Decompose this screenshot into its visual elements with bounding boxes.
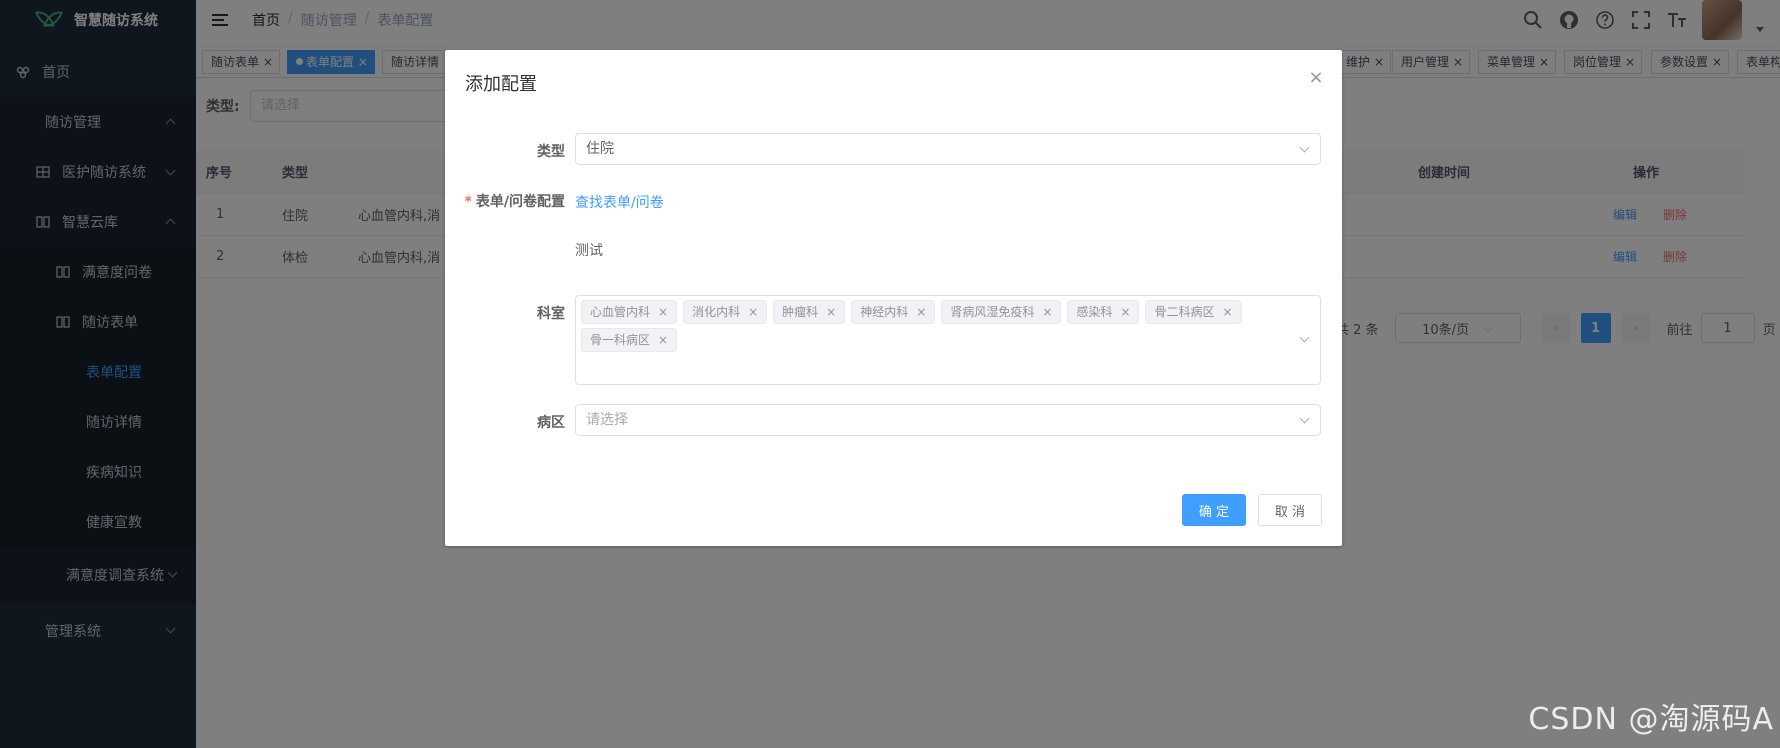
dept-chip-label: 神经内科 — [860, 305, 909, 319]
close-icon[interactable]: × — [1222, 305, 1232, 319]
chevron-down-icon — [1299, 413, 1310, 424]
close-icon[interactable]: × — [916, 305, 926, 319]
ward-select[interactable]: 请选择 — [575, 404, 1321, 436]
dept-chip: 骨一科病区 × — [581, 328, 678, 352]
dept-chip-list: 心血管内科 × 消化内科 × 肿瘤科 × 神经内科 × 肾病风湿免疫科 × 感染科 × 骨二科病区 × 骨一… — [581, 300, 1292, 352]
dept-chip-label: 肾病风湿免疫科 — [950, 305, 1035, 319]
dept-chip: 肾病风湿免疫科 × — [941, 300, 1062, 324]
close-icon[interactable]: × — [1308, 69, 1324, 87]
dept-multiselect[interactable]: 心血管内科 × 消化内科 × 肿瘤科 × 神经内科 × 肾病风湿免疫科 × 感染科 × 骨二科病区 × 骨一… — [575, 295, 1321, 385]
close-icon[interactable]: × — [658, 305, 668, 319]
type-select[interactable]: 住院 — [575, 133, 1321, 165]
close-icon[interactable]: × — [658, 333, 668, 347]
dept-chip: 神经内科 × — [851, 300, 936, 324]
dept-chip-label: 骨二科病区 — [1154, 305, 1215, 319]
dept-chip: 肿瘤科 × — [773, 300, 846, 324]
find-form-link[interactable]: 查找表单/问卷 — [575, 192, 664, 212]
dept-label: 科室 — [537, 306, 565, 322]
chevron-down-icon — [1299, 142, 1310, 153]
dept-chip-label: 心血管内科 — [590, 305, 651, 319]
form-config-label: * 表单/问卷配置 — [445, 191, 565, 211]
dept-chip: 消化内科 × — [683, 300, 768, 324]
dept-chip: 骨二科病区 × — [1145, 300, 1242, 324]
dept-chip-label: 感染科 — [1076, 305, 1113, 319]
confirm-button[interactable]: 确 定 — [1182, 494, 1246, 526]
csdn-watermark: CSDN @淘源码A — [1528, 702, 1774, 737]
dept-chip-label: 肿瘤科 — [782, 305, 819, 319]
type-select-value: 住院 — [586, 141, 614, 157]
selected-form-name: 测试 — [575, 243, 603, 259]
dept-chip: 感染科 × — [1067, 300, 1140, 324]
dept-chip-label: 骨一科病区 — [590, 333, 651, 347]
close-icon[interactable]: × — [748, 305, 758, 319]
type-label: 类型 — [537, 144, 565, 160]
dept-chip-label: 消化内科 — [692, 305, 741, 319]
close-icon[interactable]: × — [826, 305, 836, 319]
close-icon[interactable]: × — [1120, 305, 1130, 319]
ward-select-placeholder: 请选择 — [586, 412, 628, 428]
dept-chip: 心血管内科 × — [581, 300, 678, 324]
add-config-dialog: 添加配置 × 类型 住院 * 表单/问卷配置 查找表单/问卷 测试 科室 心血管内… — [445, 50, 1342, 546]
required-mark: * — [464, 194, 472, 210]
ward-label: 病区 — [537, 415, 565, 431]
cancel-button[interactable]: 取 消 — [1258, 494, 1322, 526]
close-icon[interactable]: × — [1042, 305, 1052, 319]
dialog-title: 添加配置 — [465, 74, 537, 95]
chevron-down-icon — [1299, 332, 1310, 343]
form-config-label-text: 表单/问卷配置 — [475, 194, 565, 210]
